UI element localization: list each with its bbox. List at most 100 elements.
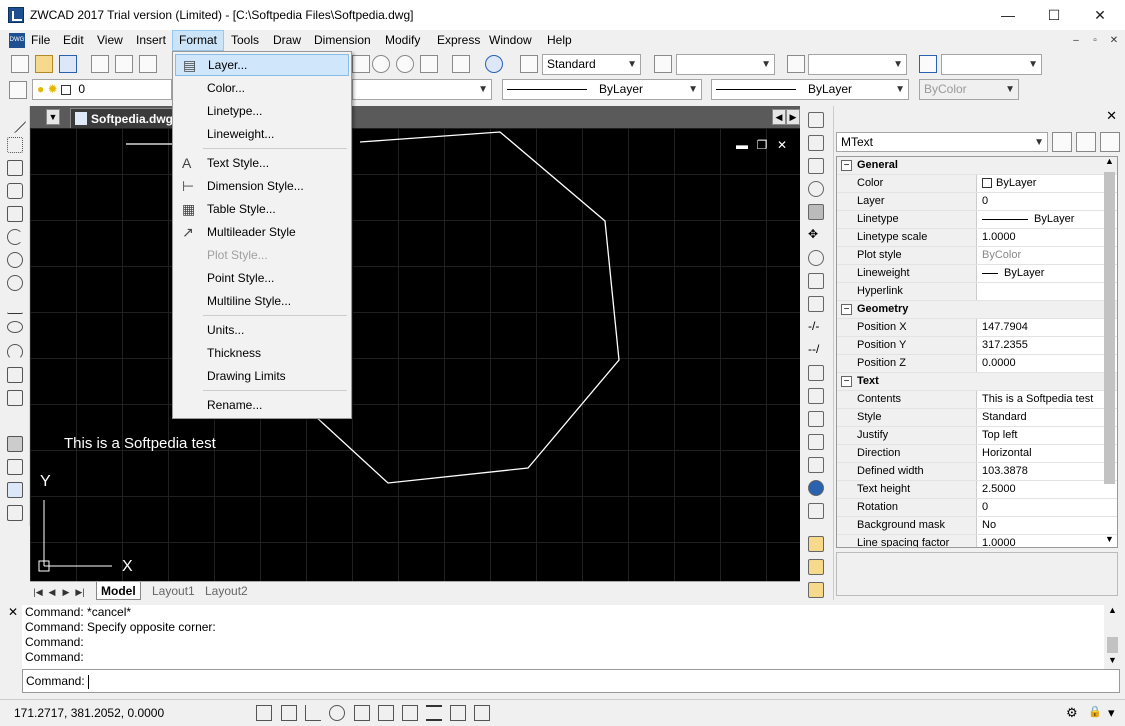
property-value[interactable]: 0.0000 <box>978 355 1016 372</box>
collapse-toggle-icon[interactable]: − <box>841 304 852 315</box>
format-menu-item[interactable]: ▤ Layer... <box>175 54 349 76</box>
menu-help[interactable]: Help <box>541 30 578 51</box>
format-menu-item[interactable]: ↗ Multileader Style <box>175 221 349 243</box>
zoom-window-icon[interactable] <box>396 55 414 73</box>
format-menu-item[interactable]: Units... <box>175 319 349 341</box>
mirror-icon[interactable] <box>808 158 824 174</box>
format-menu-item[interactable]: Lineweight... <box>175 123 349 145</box>
property-row[interactable]: Position Y 317.2355 <box>837 337 1117 355</box>
erase-icon[interactable] <box>808 112 824 128</box>
point-icon[interactable] <box>7 413 23 429</box>
command-scroll-up-icon[interactable]: ▲ <box>1104 605 1121 619</box>
region-icon[interactable] <box>7 459 23 475</box>
quick-select-icon[interactable] <box>1100 132 1120 152</box>
lineweight-combo[interactable]: ByLayer ▼ <box>711 79 909 100</box>
settings-icon[interactable]: ⚙ <box>1066 705 1078 721</box>
property-row[interactable]: Contents This is a Softpedia test <box>837 391 1117 409</box>
property-row[interactable]: Linetype ByLayer <box>837 211 1117 229</box>
document-menu-icon[interactable]: DWG <box>9 33 25 48</box>
coordinate-readout[interactable]: 171.2717, 381.2052, 0.0000 <box>14 706 164 720</box>
dynamic-ucs-icon[interactable] <box>402 705 418 721</box>
property-row[interactable]: Defined width 103.3878 <box>837 463 1117 481</box>
text-style-combo[interactable]: Standard ▼ <box>542 54 641 75</box>
first-layout-button[interactable]: |◀ <box>32 585 44 599</box>
zoom-realtime-icon[interactable] <box>372 55 390 73</box>
property-value[interactable]: 2.5000 <box>978 481 1016 498</box>
circle-icon[interactable] <box>7 252 23 268</box>
fillet-icon[interactable] <box>808 457 824 473</box>
format-menu-item[interactable]: Rename... <box>175 394 349 416</box>
properties-scroll-down-icon[interactable]: ▼ <box>1101 534 1118 548</box>
construction-line-icon[interactable] <box>7 137 23 153</box>
properties-close-button[interactable]: ✕ <box>1106 108 1117 124</box>
dimension-style-icon[interactable] <box>654 55 672 73</box>
table-icon[interactable] <box>7 482 23 498</box>
properties-scrollbar[interactable]: ▲ ▼ <box>1101 156 1118 548</box>
calculator-icon[interactable] <box>452 55 470 73</box>
offset-icon[interactable] <box>808 181 824 197</box>
property-row[interactable]: Linetype scale 1.0000 <box>837 229 1117 247</box>
property-row[interactable]: Position Z 0.0000 <box>837 355 1117 373</box>
property-value[interactable]: 317.2355 <box>978 337 1028 354</box>
command-scroll-down-icon[interactable]: ▼ <box>1104 655 1121 669</box>
copy-icon[interactable] <box>808 135 824 151</box>
model-space-icon[interactable] <box>450 705 466 721</box>
property-value[interactable]: Standard <box>978 409 1027 426</box>
previous-layout-button[interactable]: ◀ <box>46 585 58 599</box>
format-menu-item[interactable]: Drawing Limits <box>175 365 349 387</box>
menu-draw[interactable]: Draw <box>267 30 307 51</box>
command-close-button[interactable]: ✕ <box>8 605 18 619</box>
multiline-text-icon[interactable] <box>7 505 23 521</box>
layer-manager-icon[interactable] <box>9 81 27 99</box>
drawing-canvas[interactable]: ▬ ❐ ✕ This is a Softpedia test Y X <box>30 128 800 581</box>
property-row[interactable]: Color ByLayer <box>837 175 1117 193</box>
document-list-button[interactable]: ▼ <box>46 109 60 125</box>
break-icon[interactable] <box>808 365 824 381</box>
object-snap-icon[interactable] <box>354 705 370 721</box>
tab-scroll-left-button[interactable]: ◀ <box>772 109 786 125</box>
break-at-point-icon[interactable] <box>808 388 824 404</box>
viewport-close-icon[interactable]: ✕ <box>775 138 789 152</box>
property-value[interactable]: ByColor <box>978 247 1021 264</box>
line-icon[interactable] <box>3 110 27 134</box>
polygon-outline[interactable] <box>314 131 620 484</box>
property-row[interactable]: Text height 2.5000 <box>837 481 1117 499</box>
new-file-icon[interactable] <box>11 55 29 73</box>
minimize-button[interactable]: — <box>985 0 1031 30</box>
maximize-button[interactable]: ☐ <box>1031 0 1077 30</box>
draw-order-front-icon[interactable] <box>808 536 824 552</box>
command-input[interactable]: Command: <box>22 669 1120 693</box>
property-value[interactable]: No <box>978 517 996 534</box>
format-menu-item[interactable]: Color... <box>175 77 349 99</box>
property-row[interactable]: Justify Top left <box>837 427 1117 445</box>
property-value[interactable]: 147.7904 <box>978 319 1028 336</box>
snap-mode-icon[interactable] <box>256 705 272 721</box>
property-row[interactable]: Hyperlink <box>837 283 1117 301</box>
rectangle-icon[interactable] <box>7 206 23 222</box>
spline-icon[interactable] <box>7 298 23 314</box>
ellipse-icon[interactable] <box>7 321 23 333</box>
polar-tracking-icon[interactable] <box>329 705 345 721</box>
open-file-icon[interactable] <box>35 55 53 73</box>
property-value[interactable]: 1.0000 <box>978 535 1016 547</box>
menu-edit[interactable]: Edit <box>57 30 90 51</box>
chamfer-icon[interactable] <box>808 434 824 450</box>
insert-block-icon[interactable] <box>7 367 23 383</box>
linetype-combo[interactable]: ByLayer ▼ <box>502 79 702 100</box>
array-icon[interactable] <box>808 204 824 220</box>
object-snap-tracking-icon[interactable] <box>378 705 394 721</box>
property-value[interactable]: Horizontal <box>978 445 1032 462</box>
property-value[interactable]: 0 <box>978 499 988 516</box>
extend-icon[interactable]: --/ <box>808 342 824 358</box>
menu-file[interactable]: File <box>25 30 56 51</box>
last-layout-button[interactable]: ▶| <box>74 585 86 599</box>
format-menu-item[interactable]: Multiline Style... <box>175 290 349 312</box>
table-style-icon[interactable] <box>787 55 805 73</box>
property-row[interactable]: Style Standard <box>837 409 1117 427</box>
object-type-combo[interactable]: MText ▼ <box>836 132 1048 152</box>
menu-insert[interactable]: Insert <box>130 30 172 51</box>
collapse-toggle-icon[interactable]: − <box>841 160 852 171</box>
property-category[interactable]: − Text <box>837 373 1117 391</box>
rotate-icon[interactable] <box>808 250 824 266</box>
close-button[interactable]: ✕ <box>1077 0 1123 30</box>
